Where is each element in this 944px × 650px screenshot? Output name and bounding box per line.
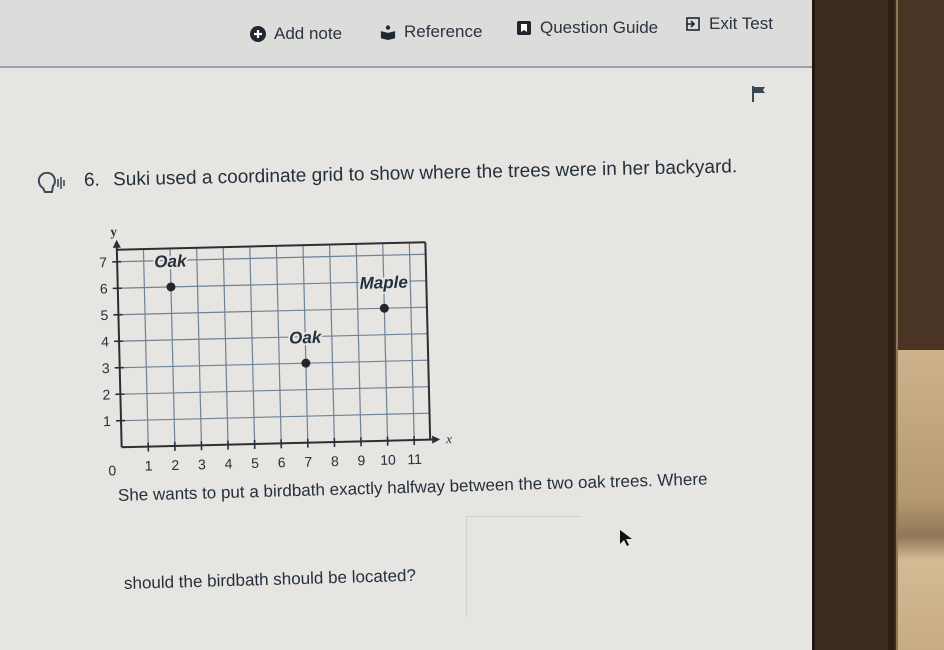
x-tick-label: 9 <box>357 452 365 468</box>
reference-label: Reference <box>404 22 483 41</box>
grid-border-right <box>424 242 432 440</box>
grid-line-vertical <box>169 248 176 446</box>
y-tick-label: 7 <box>99 254 107 270</box>
add-note-button[interactable]: Add note <box>250 24 342 44</box>
x-axis-arrow <box>432 435 441 444</box>
grid-line-vertical <box>142 249 149 447</box>
question-prompt-line-2: should the birdbath should be located? <box>123 565 417 593</box>
x-tick-label: 6 <box>278 454 286 470</box>
point-label-oak: Oak <box>289 328 323 348</box>
answer-input-area[interactable] <box>466 516 581 617</box>
x-tick-label: 2 <box>171 457 179 473</box>
x-axis-label: x <box>445 431 452 446</box>
flag-icon[interactable] <box>752 86 766 102</box>
grid-line-horizontal <box>119 333 428 342</box>
coordinate-grid-svg: xy0 1 2 3 4 5 6 7 8 9 10 111234567 OakOakMaple <box>99 224 452 479</box>
mouse-cursor-icon <box>620 530 632 546</box>
x-tick-label: 1 <box>145 457 153 473</box>
grid-line-vertical <box>196 247 203 446</box>
exit-arrow-icon <box>685 16 701 32</box>
y-axis <box>115 245 123 448</box>
y-tick-label: 1 <box>103 413 111 429</box>
x-tick-label: 10 <box>380 452 396 468</box>
exit-test-label: Exit Test <box>709 14 773 33</box>
grid-line-vertical <box>222 247 229 445</box>
grid-line-horizontal <box>119 359 429 369</box>
question-text: Suki used a coordinate grid to show wher… <box>112 156 738 191</box>
x-tick-label: 8 <box>331 453 339 469</box>
test-screen: Add note Reference Question Guide Exit T… <box>0 0 812 650</box>
grid-line-vertical <box>249 246 256 444</box>
y-tick-label: 5 <box>100 307 108 323</box>
question-stem: 6. Suki used a coordinate grid to show w… <box>84 156 738 192</box>
x-tick-label: 11 <box>407 451 422 467</box>
question-number: 6. <box>83 169 101 191</box>
monitor-bezel <box>812 0 897 650</box>
background-wall <box>896 0 944 350</box>
point-maple <box>379 303 389 313</box>
reader-book-icon <box>380 24 396 40</box>
toolbar: Add note Reference Question Guide Exit T… <box>0 0 812 68</box>
text-to-speech-icon[interactable] <box>36 171 70 194</box>
grid-line-horizontal <box>120 386 429 395</box>
y-axis-arrow <box>112 239 121 248</box>
x-tick-label: 4 <box>224 455 232 471</box>
x-tick-label: 5 <box>251 455 259 471</box>
question-guide-label: Question Guide <box>540 18 659 37</box>
y-tick-label: 2 <box>102 386 110 402</box>
reference-button[interactable]: Reference <box>380 22 482 42</box>
x-tick-label: 3 <box>198 456 206 472</box>
point-label-oak: Oak <box>154 252 188 272</box>
coordinate-grid: x y 0 1 2 3 4 5 6 7 8 9 10 11 1 2 3 4 5 6 7 Oak Oak Maple <box>86 207 473 488</box>
y-tick-label: 3 <box>102 360 110 376</box>
y-axis-label: y <box>110 224 117 239</box>
grid-line-vertical <box>408 242 415 441</box>
x-tick-label: 7 <box>304 454 312 470</box>
point-oak <box>301 358 311 368</box>
grid-line-horizontal <box>120 412 430 422</box>
guide-bookmark-icon <box>516 20 532 36</box>
background-desk <box>896 350 944 650</box>
grid-line-vertical <box>275 245 282 444</box>
point-label-maple: Maple <box>359 273 408 293</box>
question-guide-button[interactable]: Question Guide <box>516 18 658 38</box>
x-tick-label: 0 <box>108 462 116 478</box>
grid-line-vertical <box>328 244 335 443</box>
exit-test-button[interactable]: Exit Test <box>685 14 773 34</box>
plus-circle-icon <box>250 26 266 42</box>
point-oak <box>166 282 176 292</box>
y-tick-label: 6 <box>100 280 108 296</box>
y-tick-label: 4 <box>101 333 109 349</box>
grid-border-top <box>116 241 426 251</box>
monitor-edge <box>888 0 894 650</box>
add-note-label: Add note <box>274 24 343 43</box>
